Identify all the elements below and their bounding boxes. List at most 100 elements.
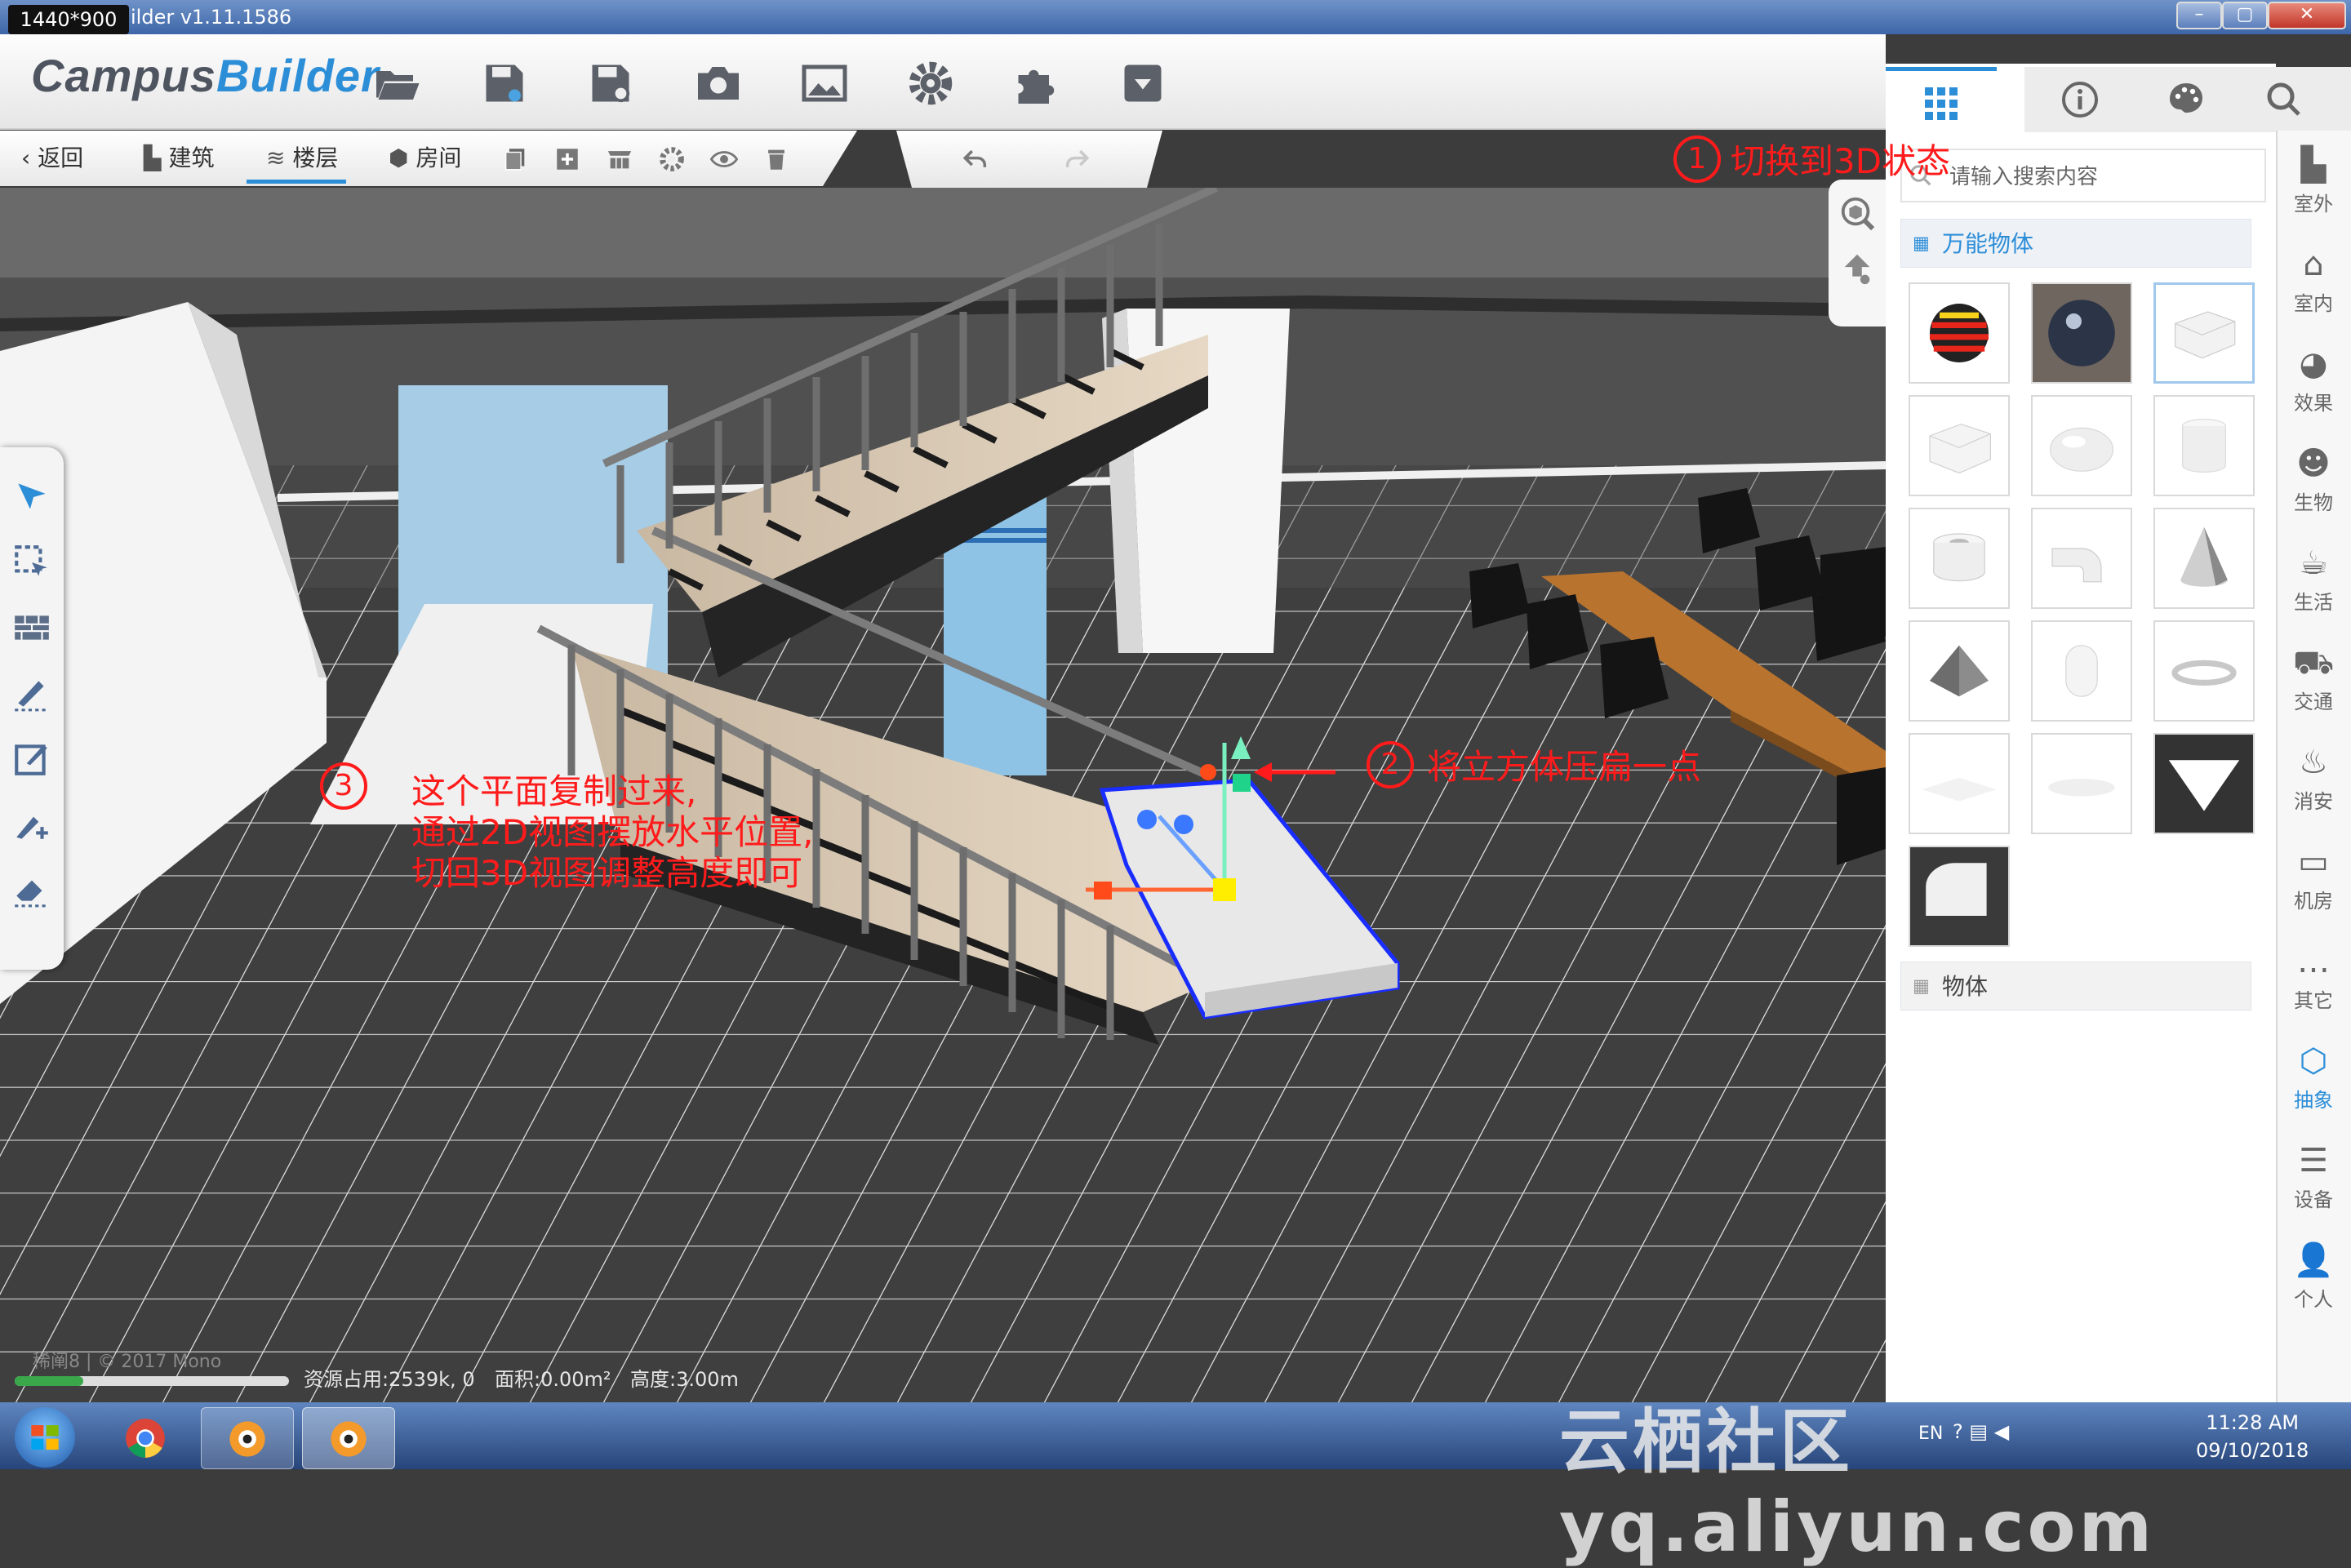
copy-icon[interactable] bbox=[501, 145, 529, 173]
library-tile-striped-ball[interactable] bbox=[1909, 282, 2010, 384]
trash-icon[interactable] bbox=[762, 145, 790, 173]
puzzle-icon[interactable] bbox=[1012, 59, 1061, 108]
sidebar-item-label: 生活 bbox=[2294, 591, 2333, 614]
step3-marker: 3 bbox=[320, 762, 367, 810]
library-tile-plane[interactable] bbox=[1909, 733, 2010, 834]
disc-icon bbox=[2048, 779, 2115, 797]
settings-icon[interactable] bbox=[658, 145, 686, 173]
tab-search[interactable] bbox=[2240, 67, 2351, 132]
sidebar-item-8[interactable]: … 其它 bbox=[2276, 929, 2351, 1027]
step2-marker: 2 bbox=[1367, 741, 1414, 788]
tab-building[interactable]: ▙ 建筑 bbox=[144, 142, 214, 175]
pen-add-icon[interactable] bbox=[11, 803, 52, 844]
library-tile-torus[interactable] bbox=[2153, 620, 2255, 722]
taskbar-app-1[interactable] bbox=[201, 1407, 294, 1469]
save-icon[interactable] bbox=[480, 59, 529, 108]
download-icon[interactable] bbox=[1118, 59, 1167, 108]
library-tile-cone[interactable] bbox=[2153, 508, 2255, 609]
height-value: 高度:3.00m bbox=[630, 1368, 739, 1391]
sidebar-item-1[interactable]: ⌂ 室内 bbox=[2276, 232, 2351, 330]
edit-area-icon[interactable] bbox=[11, 738, 52, 779]
category-objects[interactable]: ▦ 物体 bbox=[1900, 962, 2251, 1011]
library-tile-dark-sphere[interactable] bbox=[2031, 282, 2132, 384]
start-button[interactable] bbox=[15, 1407, 75, 1468]
library-tile-capsule[interactable] bbox=[2031, 620, 2132, 722]
library-tile-pyramid[interactable] bbox=[1909, 620, 2010, 722]
library-tile-disc[interactable] bbox=[2031, 733, 2132, 834]
category-universal-objects[interactable]: ▦ 万能物体 bbox=[1900, 219, 2251, 268]
camera-icon[interactable] bbox=[694, 59, 743, 108]
sidebar-item-label: 设备 bbox=[2294, 1188, 2333, 1211]
library-tile-ring-cylinder[interactable] bbox=[1909, 508, 2010, 609]
grid-icon bbox=[1925, 87, 1958, 120]
chevron-left-icon: ‹ bbox=[21, 144, 38, 171]
sidebar-item-6[interactable]: ♨ 消安 bbox=[2276, 730, 2351, 828]
building-icon: ▙ bbox=[2300, 146, 2327, 184]
library-tile-pipe-elbow[interactable] bbox=[2031, 508, 2132, 609]
library-tile-cube[interactable] bbox=[1909, 395, 2010, 496]
building-icon: ▙ bbox=[144, 144, 169, 171]
sidebar-item-0[interactable]: ▙ 室外 bbox=[2276, 132, 2351, 230]
pyramid-icon bbox=[1930, 645, 1989, 697]
step2-text: 将立方体压扁一点 bbox=[1427, 747, 1702, 787]
eraser-icon[interactable] bbox=[11, 868, 52, 909]
gear-icon[interactable] bbox=[906, 59, 955, 108]
minimize-button[interactable]: – bbox=[2176, 2, 2222, 29]
library-tile-triangle[interactable] bbox=[2153, 733, 2255, 834]
eye-icon[interactable] bbox=[710, 145, 738, 173]
taskbar-app-2[interactable] bbox=[302, 1407, 395, 1469]
back-button[interactable]: ‹ 返回 bbox=[21, 142, 83, 175]
floor-up-icon[interactable] bbox=[1838, 250, 1876, 287]
sidebar-item-10[interactable]: ☰ 设备 bbox=[2276, 1128, 2351, 1226]
sidebar-item-label: 其它 bbox=[2294, 989, 2333, 1012]
tab-info[interactable] bbox=[2024, 67, 2135, 132]
triangle-icon bbox=[2155, 735, 2253, 833]
ceiling-area bbox=[0, 188, 1886, 278]
tab-library[interactable] bbox=[1886, 67, 1997, 136]
grid-small-icon: ▦ bbox=[1913, 976, 1930, 997]
striped-ball-icon bbox=[1930, 304, 1989, 362]
more-icon: … bbox=[2297, 943, 2330, 980]
sidebar-item-7[interactable]: ▭ 机房 bbox=[2276, 829, 2351, 927]
taskbar-chrome[interactable] bbox=[100, 1407, 191, 1468]
maximize-button[interactable]: ▢ bbox=[2222, 2, 2268, 29]
search-icon bbox=[2267, 82, 2300, 116]
image-icon[interactable] bbox=[800, 59, 849, 108]
list-icon: ☰ bbox=[2299, 1142, 2328, 1179]
sidebar-item-9[interactable]: ⬡ 抽象 bbox=[2276, 1028, 2351, 1126]
save-as-icon[interactable] bbox=[586, 59, 635, 108]
sidebar-item-3[interactable]: ☻ 生物 bbox=[2276, 431, 2351, 529]
active-tab-indicator bbox=[247, 180, 346, 184]
sidebar-item-label: 消安 bbox=[2294, 790, 2333, 813]
close-button[interactable]: ✕ bbox=[2268, 2, 2346, 29]
wall-icon[interactable] bbox=[11, 607, 52, 648]
window-title: ilder v1.11.1586 bbox=[131, 6, 292, 29]
tab-palette[interactable] bbox=[2131, 67, 2242, 132]
view-3d-icon[interactable] bbox=[1838, 194, 1876, 232]
library-tile-ellipsoid[interactable] bbox=[2031, 395, 2132, 496]
library-tile-quarter-cylinder[interactable] bbox=[1909, 846, 2010, 947]
sidebar-item-4[interactable]: ☕ 生活 bbox=[2276, 531, 2351, 629]
add-icon[interactable] bbox=[553, 145, 581, 173]
undo-icon[interactable] bbox=[962, 145, 989, 173]
library-tile-cube-selected[interactable] bbox=[2153, 282, 2255, 384]
sidebar-item-2[interactable]: ◕ 效果 bbox=[2276, 331, 2351, 429]
area-value: 面积:0.00m² bbox=[495, 1368, 611, 1391]
resolution-badge: 1440*900 bbox=[8, 5, 129, 34]
sidebar-item-5[interactable]: ⛟ 交通 bbox=[2276, 630, 2351, 728]
pencil-icon[interactable] bbox=[11, 673, 52, 713]
sidebar-item-11[interactable]: 👤 个人 bbox=[2276, 1228, 2351, 1326]
pipe-elbow-icon bbox=[2051, 548, 2102, 583]
box-select-icon[interactable] bbox=[11, 542, 52, 583]
plane-icon bbox=[1922, 777, 1997, 802]
redo-icon[interactable] bbox=[1063, 145, 1091, 173]
quarter-cylinder-icon bbox=[1910, 847, 2008, 945]
library-tile-cylinder[interactable] bbox=[2153, 395, 2255, 496]
cup-icon: ☕ bbox=[2299, 544, 2328, 582]
folder-open-icon[interactable] bbox=[372, 59, 421, 108]
pointer-icon[interactable] bbox=[11, 477, 52, 517]
grid-icon[interactable] bbox=[606, 145, 633, 173]
viewport-3d[interactable] bbox=[0, 188, 1886, 1402]
tab-room[interactable]: ⬢ 房间 bbox=[389, 142, 461, 175]
tab-floor[interactable]: ≋ 楼层 bbox=[266, 142, 338, 175]
